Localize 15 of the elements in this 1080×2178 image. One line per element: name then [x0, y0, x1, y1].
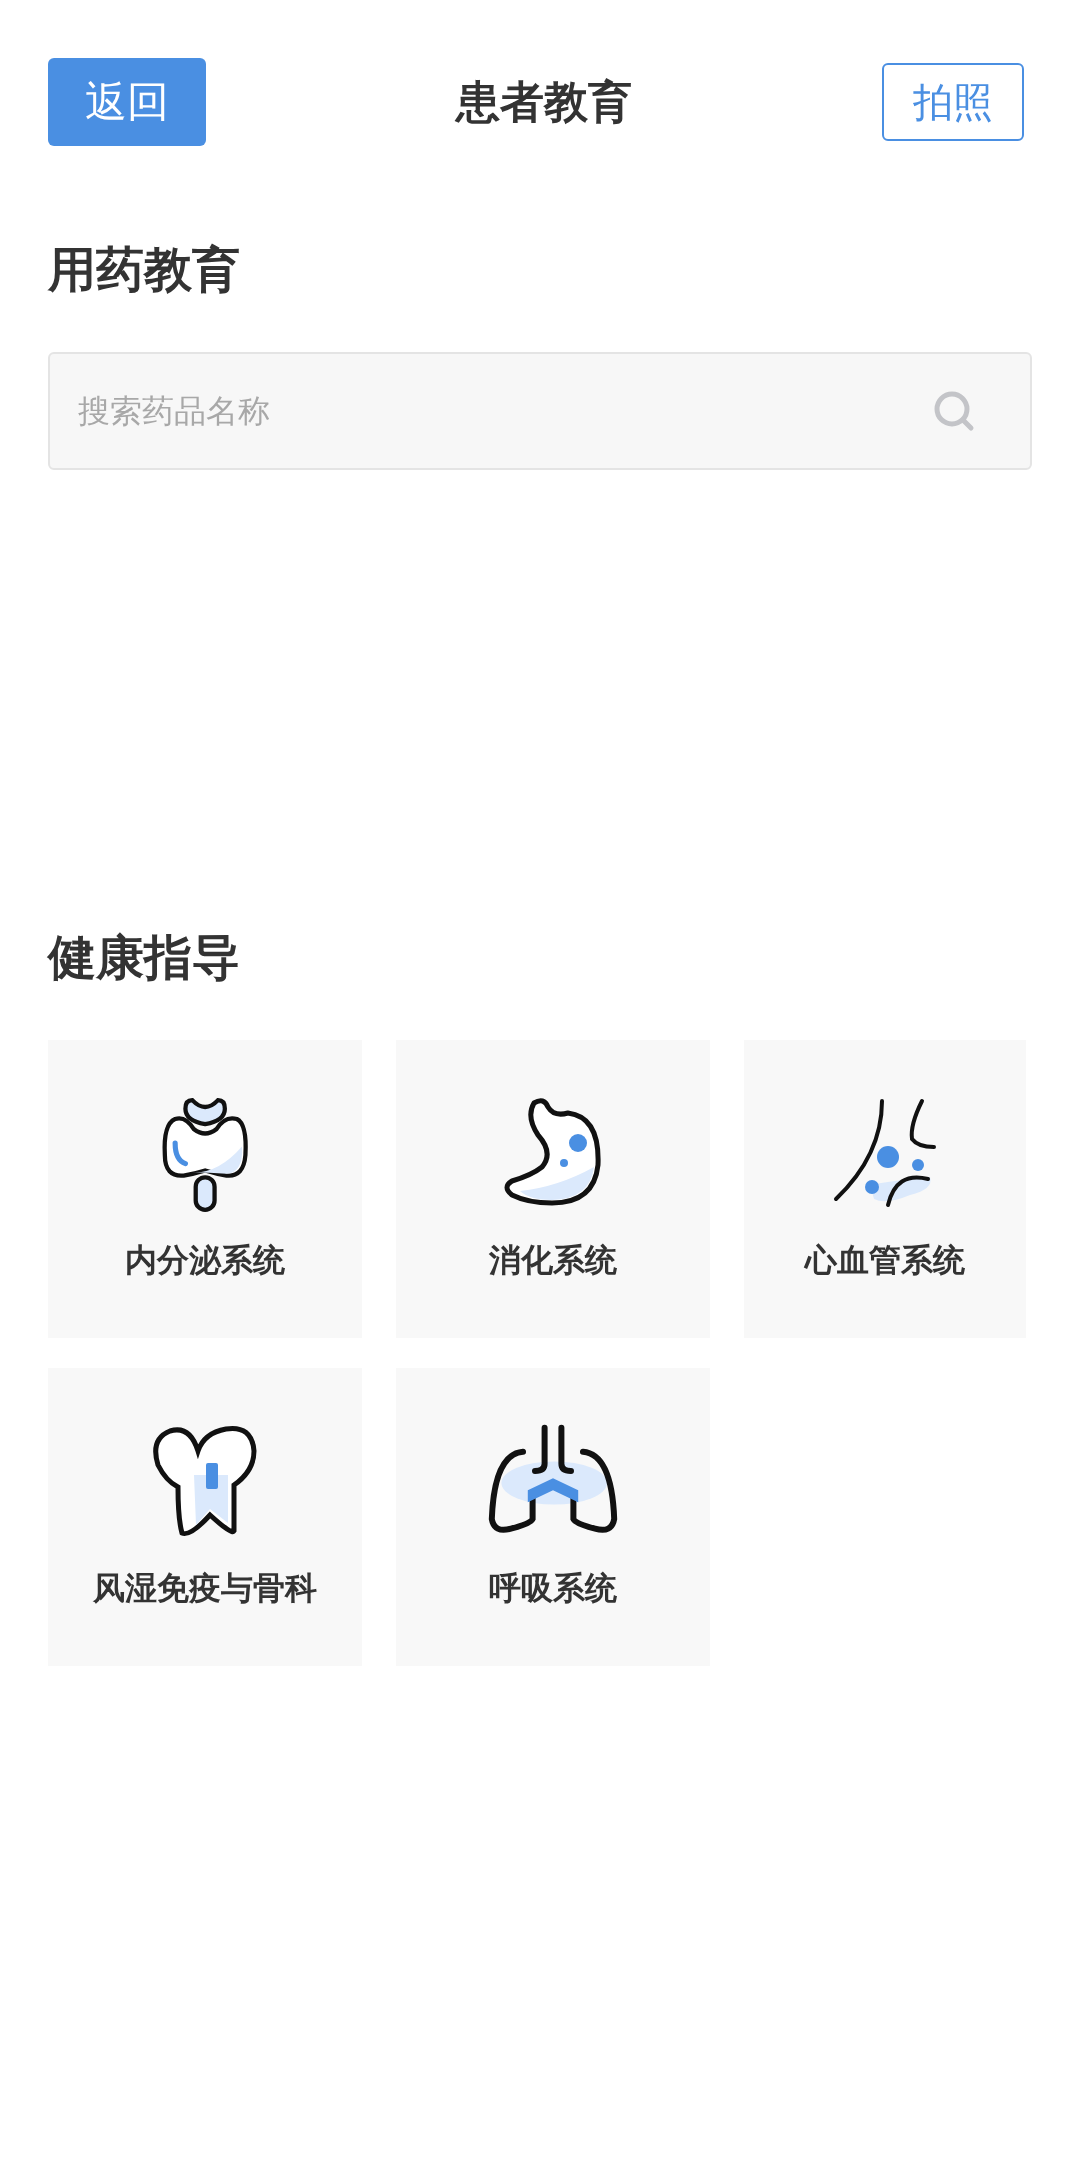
section-title: 健康指导 [48, 928, 241, 987]
category-label: 内分泌系统 [125, 1240, 285, 1281]
section-title: 用药教育 [48, 240, 241, 299]
category-card[interactable]: 消化系统 [396, 1040, 710, 1338]
category-card[interactable]: 呼吸系统 [396, 1368, 710, 1666]
search-field[interactable]: 搜索药品名称 [48, 352, 1032, 470]
category-label: 心血管系统 [805, 1240, 965, 1281]
search-icon[interactable] [932, 389, 976, 433]
category-label: 呼吸系统 [489, 1568, 617, 1609]
category-label: 消化系统 [489, 1240, 617, 1281]
category-card[interactable]: 心血管系统 [744, 1040, 1026, 1338]
category-card[interactable]: 风湿免疫与骨科 [48, 1368, 362, 1666]
page-title: 患者教育 [456, 74, 632, 129]
category-card[interactable]: 内分泌系统 [48, 1040, 362, 1338]
category-label: 风湿免疫与骨科 [93, 1568, 317, 1609]
